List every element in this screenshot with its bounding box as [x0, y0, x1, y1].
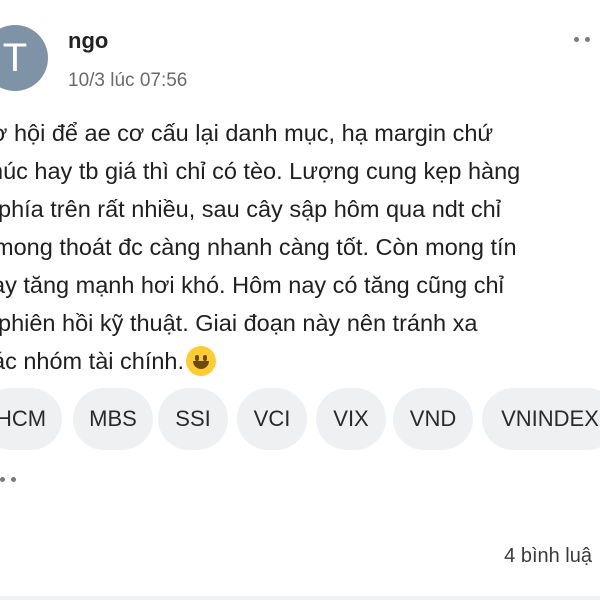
tag-vnindex[interactable]: VNINDEX: [482, 388, 600, 450]
post-line-text: ác nhóm tài chính.: [0, 348, 185, 374]
divider: [0, 596, 600, 600]
post-timestamp: 10/3 lúc 07:56: [68, 70, 188, 91]
tag-vix[interactable]: VIX: [316, 388, 386, 450]
tag-vci[interactable]: VCI: [237, 388, 307, 450]
dot: [0, 477, 5, 482]
dot: [11, 477, 16, 482]
post-line: phía trên rất nhiều, sau cây sập hôm qua…: [0, 196, 501, 222]
tag-vnd[interactable]: VND: [393, 388, 473, 450]
tag-ssi[interactable]: SSI: [158, 388, 228, 450]
tag-hcm[interactable]: HCM: [0, 388, 62, 450]
grinning-face-icon: [186, 345, 217, 376]
post-line: húc hay tb giá thì chỉ có tèo. Lượng cun…: [0, 158, 521, 184]
comment-count-link[interactable]: 4 bình luậ: [504, 545, 592, 568]
post-card: T ngo 10/3 lúc 07:56 ơ hội để ae cơ cấu …: [0, 0, 600, 600]
avatar[interactable]: T: [0, 25, 48, 91]
more-tags-icon[interactable]: [0, 477, 16, 482]
post-line: phiên hồi kỹ thuật. Giai đoạn này nên tr…: [0, 310, 478, 336]
post-line: ay tăng mạnh hơi khó. Hôm nay có tăng cũ…: [0, 272, 504, 298]
tag-mbs[interactable]: MBS: [73, 388, 153, 450]
post-line-last: ác nhóm tài chính.: [0, 342, 600, 380]
author-name[interactable]: ngo: [68, 28, 108, 54]
dot: [585, 37, 590, 42]
post-line: ơ hội để ae cơ cấu lại danh mục, hạ marg…: [0, 120, 494, 146]
dot: [574, 37, 579, 42]
post-line: mong thoát đc càng nhanh càng tốt. Còn m…: [0, 234, 517, 260]
stock-tags: HCM MBS SSI VCI VIX VND VNINDEX: [0, 388, 600, 450]
more-options-icon[interactable]: [574, 37, 590, 42]
post-body: ơ hội để ae cơ cấu lại danh mục, hạ marg…: [0, 114, 600, 380]
